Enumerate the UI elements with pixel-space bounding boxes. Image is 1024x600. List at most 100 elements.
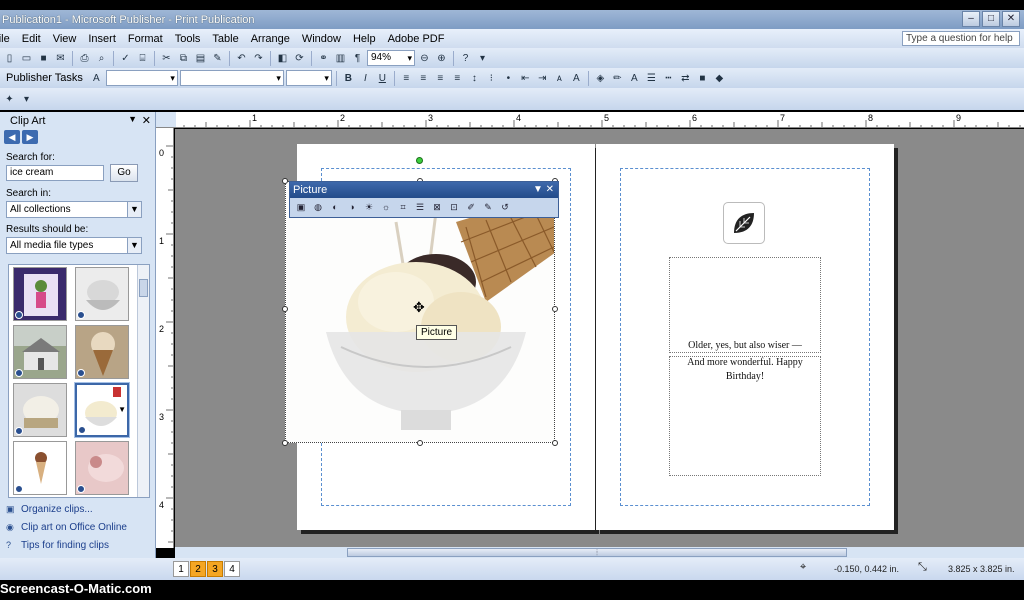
- print-icon[interactable]: ⎙: [77, 51, 92, 66]
- search-in-select[interactable]: All collections ▼: [6, 201, 142, 218]
- increase-indent-icon[interactable]: ⇥: [535, 71, 550, 86]
- bold-icon[interactable]: B: [341, 71, 356, 86]
- 3d-style-icon[interactable]: ◆: [712, 71, 727, 86]
- page-tab-4[interactable]: 4: [224, 561, 240, 577]
- zoom-out-icon[interactable]: ⊖: [417, 51, 432, 66]
- horizontal-scrollbar[interactable]: ⦙: [175, 547, 1024, 558]
- horizontal-ruler[interactable]: 12345678910: [176, 112, 1024, 128]
- resize-handle[interactable]: [282, 178, 288, 184]
- columns-icon[interactable]: ▥: [333, 51, 348, 66]
- menu-arrange[interactable]: Arrange: [245, 33, 296, 45]
- help-icon[interactable]: ?: [458, 51, 473, 66]
- numbering-icon[interactable]: ⁝: [484, 71, 499, 86]
- menu-adobe-pdf[interactable]: Adobe PDF: [382, 33, 451, 45]
- rotate-handle[interactable]: [416, 157, 423, 164]
- set-transparent-icon[interactable]: ✎: [481, 200, 495, 214]
- email-icon[interactable]: ✉: [53, 51, 68, 66]
- organize-clips-link[interactable]: ▣ Organize clips...: [6, 500, 127, 518]
- styles-icon[interactable]: A: [89, 71, 104, 86]
- more-contrast-icon[interactable]: ◐: [328, 200, 342, 214]
- arrow-style-icon[interactable]: ⇄: [678, 71, 693, 86]
- menu-view[interactable]: View: [47, 33, 83, 45]
- scrollbar-thumb[interactable]: [139, 279, 148, 297]
- crop-icon[interactable]: ⌗: [396, 200, 410, 214]
- paste-icon[interactable]: ▤: [193, 51, 208, 66]
- resize-handle[interactable]: [417, 440, 423, 446]
- reset-picture-icon[interactable]: ↺: [498, 200, 512, 214]
- research-icon[interactable]: ⌸: [135, 51, 150, 66]
- scrollbar-thumb[interactable]: ⦙: [347, 548, 847, 557]
- search-input[interactable]: ice cream: [6, 165, 104, 181]
- chevron-down-icon[interactable]: ▼: [118, 405, 126, 414]
- fill-color-icon[interactable]: ◈: [593, 71, 608, 86]
- menu-insert[interactable]: Insert: [82, 33, 122, 45]
- clip-thumbnail[interactable]: [75, 325, 129, 379]
- zoom-in-icon[interactable]: ⊕: [434, 51, 449, 66]
- vertical-ruler[interactable]: 0 1 2 3 4: [156, 128, 174, 548]
- align-right-icon[interactable]: ≡: [433, 71, 448, 86]
- cut-icon[interactable]: ✂: [159, 51, 174, 66]
- forward-icon[interactable]: ▶: [22, 130, 38, 144]
- page-3[interactable]: Older, yes, but also wiser — And more wo…: [596, 144, 894, 530]
- style-select[interactable]: [105, 70, 178, 86]
- toolbar-options-icon[interactable]: ▾: [19, 92, 34, 107]
- align-center-icon[interactable]: ≡: [416, 71, 431, 86]
- toolbar-options-icon[interactable]: ▾: [475, 51, 490, 66]
- insert-picture-icon[interactable]: ▣: [294, 200, 308, 214]
- design-gallery-icon[interactable]: ✦: [2, 92, 17, 107]
- less-brightness-icon[interactable]: ☼: [379, 200, 393, 214]
- minimize-button[interactable]: –: [962, 11, 980, 27]
- resize-handle[interactable]: [282, 306, 288, 312]
- hyperlink-icon[interactable]: ⚭: [316, 51, 331, 66]
- zoom-select[interactable]: 94%: [367, 50, 415, 66]
- align-left-icon[interactable]: ≡: [399, 71, 414, 86]
- clip-thumbnail-selected[interactable]: ▼: [75, 383, 129, 437]
- menu-format[interactable]: Format: [122, 33, 169, 45]
- font-select[interactable]: [179, 70, 284, 86]
- rotate-icon[interactable]: ⟳: [292, 51, 307, 66]
- compress-icon[interactable]: ⊠: [430, 200, 444, 214]
- text-frame-top[interactable]: [669, 257, 821, 353]
- open-icon[interactable]: ▭: [19, 51, 34, 66]
- task-pane-menu-icon[interactable]: ▼: [128, 114, 137, 124]
- clip-thumbnail[interactable]: [13, 441, 67, 495]
- clip-thumbnail[interactable]: [13, 325, 67, 379]
- menu-help[interactable]: Help: [347, 33, 382, 45]
- clip-thumbnail[interactable]: [13, 383, 67, 437]
- decrease-font-icon[interactable]: ᴀ: [552, 71, 567, 86]
- bring-forward-icon[interactable]: ◧: [275, 51, 290, 66]
- chevron-down-icon[interactable]: ▼: [127, 202, 141, 217]
- increase-font-icon[interactable]: A: [569, 71, 584, 86]
- page-tab-2[interactable]: 2: [190, 561, 206, 577]
- help-search-box[interactable]: Type a question for help: [902, 31, 1020, 46]
- underline-icon[interactable]: U: [375, 71, 390, 86]
- clip-thumbnail[interactable]: [75, 441, 129, 495]
- tips-link[interactable]: ? Tips for finding clips: [6, 536, 127, 554]
- menu-edit[interactable]: Edit: [16, 33, 47, 45]
- copy-icon[interactable]: ⧉: [176, 51, 191, 66]
- results-select[interactable]: All media file types ▼: [6, 237, 142, 254]
- clip-thumbnail[interactable]: [13, 267, 67, 321]
- resize-handle[interactable]: [552, 306, 558, 312]
- print-preview-icon[interactable]: ⌕: [94, 51, 109, 66]
- shadow-style-icon[interactable]: ■: [695, 71, 710, 86]
- menu-file[interactable]: File: [0, 33, 16, 45]
- task-pane-close-icon[interactable]: ✕: [142, 114, 151, 127]
- resize-handle[interactable]: [282, 440, 288, 446]
- special-characters-icon[interactable]: ¶: [350, 51, 365, 66]
- justify-icon[interactable]: ≡: [450, 71, 465, 86]
- undo-icon[interactable]: ↶: [234, 51, 249, 66]
- publisher-tasks-button[interactable]: Publisher Tasks: [2, 72, 87, 84]
- decrease-indent-icon[interactable]: ⇤: [518, 71, 533, 86]
- more-brightness-icon[interactable]: ☀: [362, 200, 376, 214]
- dash-style-icon[interactable]: ┅: [661, 71, 676, 86]
- format-painter-icon[interactable]: ✎: [210, 51, 225, 66]
- page-tab-3[interactable]: 3: [207, 561, 223, 577]
- clip-results-scrollbar[interactable]: [137, 265, 149, 497]
- menu-window[interactable]: Window: [296, 33, 347, 45]
- text-wrapping-icon[interactable]: ⊡: [447, 200, 461, 214]
- clip-thumbnail[interactable]: [75, 267, 129, 321]
- menu-tools[interactable]: Tools: [169, 33, 207, 45]
- italic-icon[interactable]: I: [358, 71, 373, 86]
- clip-art-online-link[interactable]: ◉ Clip art on Office Online: [6, 518, 127, 536]
